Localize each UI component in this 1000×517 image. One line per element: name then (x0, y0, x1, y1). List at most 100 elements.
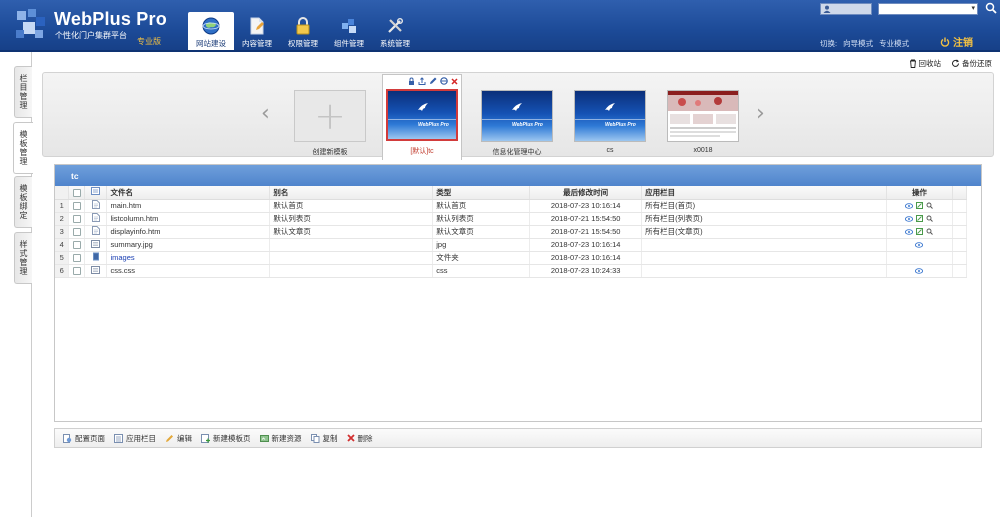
applied-cell: 所有栏目(文章页) (641, 225, 887, 239)
edit-icon[interactable] (916, 228, 924, 235)
zoom-icon[interactable] (926, 228, 934, 235)
template-card[interactable]: x0018 (667, 90, 739, 154)
file-name-cell[interactable]: images (106, 251, 271, 265)
lock-icon (296, 17, 310, 35)
modified-cell: 2018-07-21 15:54:50 (529, 225, 643, 239)
backup-restore-button[interactable]: 备份还原 (951, 58, 992, 69)
row-type-icon (84, 199, 108, 213)
thumb-brand: WebPlus Pro (418, 122, 449, 128)
table-row[interactable]: 4 summary.jpg jpg 2018-07-23 10:16:14 (55, 238, 968, 252)
recycle-bin-button[interactable]: 回收站 (909, 58, 941, 69)
col-type[interactable]: 类型 (432, 186, 531, 200)
row-checkbox[interactable] (72, 228, 81, 236)
file-name-cell[interactable]: main.htm (106, 199, 271, 213)
file-name-cell[interactable]: css.css (106, 264, 271, 278)
edit-icon[interactable] (916, 202, 924, 209)
component-icon (342, 19, 356, 33)
new-template-button[interactable]: 新建模板页 (201, 433, 251, 444)
row-type-icon (84, 212, 108, 226)
row-type-icon (84, 238, 108, 252)
template-card-new[interactable]: + 创建新模板 (294, 90, 366, 157)
edit-icon[interactable] (429, 77, 437, 85)
search-icon[interactable] (985, 2, 997, 14)
table-row[interactable]: 1 main.htm 默认首页 默认首页 2018-07-23 10:16:14 所有栏目… (55, 199, 968, 213)
template-card[interactable]: WebPlus Pro 信息化管理中心 (481, 90, 553, 157)
template-caption: x0018 (693, 147, 713, 154)
edit-button[interactable]: 编辑 (165, 433, 192, 444)
row-number: 2 (55, 212, 70, 226)
ops-cell (886, 212, 953, 226)
delete-button[interactable]: 删除 (346, 433, 373, 444)
row-checkbox[interactable] (72, 267, 81, 275)
apply-column-button[interactable]: 应用栏目 (114, 433, 156, 444)
carousel-prev-icon[interactable]: ‹ (261, 101, 270, 126)
nav-label: 权限管理 (288, 39, 318, 48)
table-row[interactable]: 2 listcolumn.htm 默认列表页 默认列表页 2018-07-21 15:5… (55, 212, 968, 226)
guide-mode-link[interactable]: 向导模式 (843, 38, 873, 49)
table-row[interactable]: 3 displayinfo.htm 默认文章页 默认文章页 2018-07-21 15:… (55, 225, 968, 239)
nav-content-manage[interactable]: 内容管理 (234, 12, 280, 52)
carousel-next-icon[interactable]: › (756, 101, 765, 126)
left-sidebar: 栏目管理 模板管理 模板绑定 样式管理 (0, 52, 33, 517)
zoom-icon[interactable] (926, 202, 934, 209)
col-applied[interactable]: 应用栏目 (641, 186, 887, 200)
spacer-cell (952, 225, 968, 239)
nav-website-build[interactable]: 网站建设 (188, 12, 234, 52)
select-all-checkbox[interactable] (72, 188, 81, 197)
modified-cell: 2018-07-23 10:16:14 (529, 251, 643, 265)
file-name-cell[interactable]: listcolumn.htm (106, 212, 271, 226)
template-caption: cs (606, 147, 614, 154)
new-resource-button[interactable]: 新建资源 (259, 433, 302, 444)
row-checkbox[interactable] (72, 215, 81, 223)
table-row[interactable]: 5 images 文件夹 2018-07-23 10:16:14 (55, 251, 968, 265)
file-name-cell[interactable]: displayinfo.htm (106, 225, 271, 239)
preview-icon[interactable] (905, 215, 914, 222)
sidebar-tab-column-manage[interactable]: 栏目管理 (14, 66, 32, 118)
row-select (68, 225, 86, 239)
apply-column-label: 应用栏目 (126, 433, 156, 443)
sidebar-tab-template-manage[interactable]: 模板管理 (13, 122, 33, 174)
col-alias[interactable]: 别名 (269, 186, 434, 200)
config-page-button[interactable]: 配置页面 (63, 433, 105, 444)
logout-button[interactable]: 注销 (940, 34, 973, 49)
preview-icon[interactable] (915, 267, 924, 274)
row-type-icon (84, 225, 108, 239)
ie-icon[interactable] (440, 77, 448, 85)
sidebar-tab-style-manage[interactable]: 样式管理 (14, 232, 32, 284)
modified-cell: 2018-07-23 10:16:14 (529, 238, 643, 252)
row-checkbox[interactable] (72, 241, 81, 249)
zoom-icon[interactable] (926, 215, 934, 222)
brand-tagline: 个性化门户集群平台 (55, 31, 127, 40)
export-icon[interactable] (418, 77, 426, 85)
preview-icon[interactable] (905, 228, 914, 235)
spacer-cell (952, 251, 968, 265)
template-card[interactable]: WebPlus Pro cs (574, 90, 646, 154)
row-checkbox[interactable] (72, 254, 81, 262)
preview-icon[interactable] (905, 202, 914, 209)
pro-mode-link[interactable]: 专业模式 (879, 38, 909, 49)
template-caption: 信息化管理中心 (492, 149, 542, 156)
edit-icon[interactable] (916, 215, 924, 222)
sidebar-tab-template-bind[interactable]: 模板绑定 (14, 176, 32, 228)
alias-cell (269, 238, 434, 252)
copy-button[interactable]: 复制 (310, 433, 338, 444)
user-name-box[interactable] (820, 3, 872, 15)
col-file-name[interactable]: 文件名 (106, 186, 271, 200)
table-row[interactable]: 6 css.css css 2018-07-23 10:24:33 (55, 264, 968, 278)
row-number: 6 (55, 264, 70, 278)
lock-icon[interactable] (408, 77, 415, 85)
row-checkbox[interactable] (72, 202, 81, 210)
file-name-cell[interactable]: summary.jpg (106, 238, 271, 252)
col-modified[interactable]: 最后修改时间 (529, 186, 643, 200)
nav-system-manage[interactable]: 系统管理 (372, 12, 418, 52)
template-card-selected[interactable]: WebPlus Pro [默认]tc (382, 74, 462, 160)
nav-permission-manage[interactable]: 权限管理 (280, 12, 326, 52)
site-select[interactable]: ▾ (878, 3, 978, 15)
panel-title: tc (55, 165, 981, 186)
alias-cell: 默认首页 (269, 199, 434, 213)
preview-icon[interactable] (915, 241, 924, 248)
bird-logo-icon (605, 103, 615, 111)
nav-component-manage[interactable]: 组件管理 (326, 12, 372, 52)
close-icon[interactable] (451, 77, 458, 85)
spacer-cell (952, 264, 968, 278)
